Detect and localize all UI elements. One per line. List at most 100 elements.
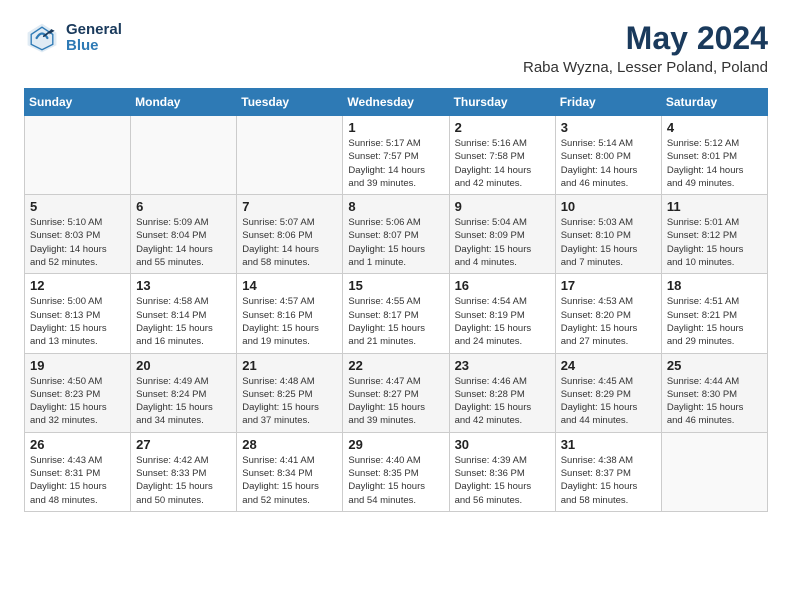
logo: General Blue [24, 20, 122, 56]
day-number: 27 [136, 437, 231, 452]
week-row-1: 1 Sunrise: 5:17 AM Sunset: 7:57 PM Daylig… [25, 116, 768, 195]
day-info: Sunrise: 5:09 AM Sunset: 8:04 PM Dayligh… [136, 216, 231, 269]
day-info: Sunrise: 4:38 AM Sunset: 8:37 PM Dayligh… [561, 454, 656, 507]
day-info: Sunrise: 5:12 AM Sunset: 8:01 PM Dayligh… [667, 137, 762, 190]
day-info: Sunrise: 5:17 AM Sunset: 7:57 PM Dayligh… [348, 137, 443, 190]
weekday-header-tuesday: Tuesday [237, 89, 343, 116]
week-row-2: 5 Sunrise: 5:10 AM Sunset: 8:03 PM Daylig… [25, 195, 768, 274]
day-number: 7 [242, 199, 337, 214]
day-info: Sunrise: 4:46 AM Sunset: 8:28 PM Dayligh… [455, 375, 550, 428]
weekday-header-wednesday: Wednesday [343, 89, 449, 116]
day-number: 31 [561, 437, 656, 452]
day-number: 20 [136, 358, 231, 373]
month-title: May 2024 [523, 20, 768, 57]
day-number: 9 [455, 199, 550, 214]
day-number: 15 [348, 278, 443, 293]
day-number: 24 [561, 358, 656, 373]
day-info: Sunrise: 4:50 AM Sunset: 8:23 PM Dayligh… [30, 375, 125, 428]
day-cell: 18Sunrise: 4:51 AM Sunset: 8:21 PM Dayli… [661, 274, 767, 353]
day-cell: 27Sunrise: 4:42 AM Sunset: 8:33 PM Dayli… [131, 432, 237, 511]
day-number: 14 [242, 278, 337, 293]
day-cell: 12Sunrise: 5:00 AM Sunset: 8:13 PM Dayli… [25, 274, 131, 353]
day-cell: 2Sunrise: 5:16 AM Sunset: 7:58 PM Daylig… [449, 116, 555, 195]
day-info: Sunrise: 4:47 AM Sunset: 8:27 PM Dayligh… [348, 375, 443, 428]
day-number: 13 [136, 278, 231, 293]
day-cell: 13 Sunrise: 4:58 AM Sunset: 8:14 PM Dayli… [131, 274, 237, 353]
day-cell: 10Sunrise: 5:03 AM Sunset: 8:10 PM Dayli… [555, 195, 661, 274]
day-info: Sunrise: 4:40 AM Sunset: 8:35 PM Dayligh… [348, 454, 443, 507]
day-number: 17 [561, 278, 656, 293]
day-cell: 8Sunrise: 5:06 AM Sunset: 8:07 PM Daylig… [343, 195, 449, 274]
weekday-header-monday: Monday [131, 89, 237, 116]
day-cell: 1 Sunrise: 5:17 AM Sunset: 7:57 PM Daylig… [343, 116, 449, 195]
day-number: 22 [348, 358, 443, 373]
day-info: Sunrise: 4:54 AM Sunset: 8:19 PM Dayligh… [455, 295, 550, 348]
day-number: 29 [348, 437, 443, 452]
day-info: Sunrise: 4:49 AM Sunset: 8:24 PM Dayligh… [136, 375, 231, 428]
week-row-3: 12Sunrise: 5:00 AM Sunset: 8:13 PM Dayli… [25, 274, 768, 353]
day-cell: 7Sunrise: 5:07 AM Sunset: 8:06 PM Daylig… [237, 195, 343, 274]
day-cell: 15 Sunrise: 4:55 AM Sunset: 8:17 PM Dayli… [343, 274, 449, 353]
day-number: 12 [30, 278, 125, 293]
day-number: 6 [136, 199, 231, 214]
day-info: Sunrise: 5:14 AM Sunset: 8:00 PM Dayligh… [561, 137, 656, 190]
day-number: 4 [667, 120, 762, 135]
day-cell: 3Sunrise: 5:14 AM Sunset: 8:00 PM Daylig… [555, 116, 661, 195]
day-cell: 23 Sunrise: 4:46 AM Sunset: 8:28 PM Dayli… [449, 353, 555, 432]
day-cell: 21 Sunrise: 4:48 AM Sunset: 8:25 PM Dayli… [237, 353, 343, 432]
day-number: 30 [455, 437, 550, 452]
title-block: May 2024 Raba Wyzna, Lesser Poland, Pola… [523, 20, 768, 76]
day-cell: 26Sunrise: 4:43 AM Sunset: 8:31 PM Dayli… [25, 432, 131, 511]
day-cell: 9 Sunrise: 5:04 AM Sunset: 8:09 PM Daylig… [449, 195, 555, 274]
day-info: Sunrise: 5:04 AM Sunset: 8:09 PM Dayligh… [455, 216, 550, 269]
day-cell [25, 116, 131, 195]
day-cell: 14Sunrise: 4:57 AM Sunset: 8:16 PM Dayli… [237, 274, 343, 353]
day-cell: 6 Sunrise: 5:09 AM Sunset: 8:04 PM Daylig… [131, 195, 237, 274]
calendar-table: SundayMondayTuesdayWednesdayThursdayFrid… [24, 88, 768, 512]
logo-blue-text: Blue [66, 38, 122, 55]
day-info: Sunrise: 4:41 AM Sunset: 8:34 PM Dayligh… [242, 454, 337, 507]
day-info: Sunrise: 5:10 AM Sunset: 8:03 PM Dayligh… [30, 216, 125, 269]
day-cell [237, 116, 343, 195]
day-number: 28 [242, 437, 337, 452]
day-cell: 28 Sunrise: 4:41 AM Sunset: 8:34 PM Dayli… [237, 432, 343, 511]
day-cell: 29 Sunrise: 4:40 AM Sunset: 8:35 PM Dayli… [343, 432, 449, 511]
day-number: 5 [30, 199, 125, 214]
day-number: 2 [455, 120, 550, 135]
day-cell: 11Sunrise: 5:01 AM Sunset: 8:12 PM Dayli… [661, 195, 767, 274]
week-row-4: 19 Sunrise: 4:50 AM Sunset: 8:23 PM Dayli… [25, 353, 768, 432]
day-number: 8 [348, 199, 443, 214]
day-info: Sunrise: 4:55 AM Sunset: 8:17 PM Dayligh… [348, 295, 443, 348]
day-number: 23 [455, 358, 550, 373]
day-info: Sunrise: 4:53 AM Sunset: 8:20 PM Dayligh… [561, 295, 656, 348]
day-cell [661, 432, 767, 511]
day-cell: 20 Sunrise: 4:49 AM Sunset: 8:24 PM Dayli… [131, 353, 237, 432]
day-cell: 16Sunrise: 4:54 AM Sunset: 8:19 PM Dayli… [449, 274, 555, 353]
weekday-header-thursday: Thursday [449, 89, 555, 116]
day-number: 19 [30, 358, 125, 373]
day-cell: 25Sunrise: 4:44 AM Sunset: 8:30 PM Dayli… [661, 353, 767, 432]
day-cell: 24 Sunrise: 4:45 AM Sunset: 8:29 PM Dayli… [555, 353, 661, 432]
weekday-header-friday: Friday [555, 89, 661, 116]
day-info: Sunrise: 4:44 AM Sunset: 8:30 PM Dayligh… [667, 375, 762, 428]
day-info: Sunrise: 4:51 AM Sunset: 8:21 PM Dayligh… [667, 295, 762, 348]
day-cell: 5 Sunrise: 5:10 AM Sunset: 8:03 PM Daylig… [25, 195, 131, 274]
day-number: 26 [30, 437, 125, 452]
day-info: Sunrise: 4:45 AM Sunset: 8:29 PM Dayligh… [561, 375, 656, 428]
day-number: 1 [348, 120, 443, 135]
logo-icon [24, 20, 60, 56]
day-cell: 17 Sunrise: 4:53 AM Sunset: 8:20 PM Dayli… [555, 274, 661, 353]
day-cell: 22 Sunrise: 4:47 AM Sunset: 8:27 PM Dayli… [343, 353, 449, 432]
day-cell: 30Sunrise: 4:39 AM Sunset: 8:36 PM Dayli… [449, 432, 555, 511]
weekday-row: SundayMondayTuesdayWednesdayThursdayFrid… [25, 89, 768, 116]
day-cell: 4 Sunrise: 5:12 AM Sunset: 8:01 PM Daylig… [661, 116, 767, 195]
day-info: Sunrise: 5:03 AM Sunset: 8:10 PM Dayligh… [561, 216, 656, 269]
day-info: Sunrise: 4:48 AM Sunset: 8:25 PM Dayligh… [242, 375, 337, 428]
day-cell: 19 Sunrise: 4:50 AM Sunset: 8:23 PM Dayli… [25, 353, 131, 432]
day-number: 11 [667, 199, 762, 214]
day-cell [131, 116, 237, 195]
day-info: Sunrise: 4:58 AM Sunset: 8:14 PM Dayligh… [136, 295, 231, 348]
weekday-header-saturday: Saturday [661, 89, 767, 116]
day-number: 21 [242, 358, 337, 373]
header: General Blue May 2024 Raba Wyzna, Lesser… [24, 20, 768, 76]
